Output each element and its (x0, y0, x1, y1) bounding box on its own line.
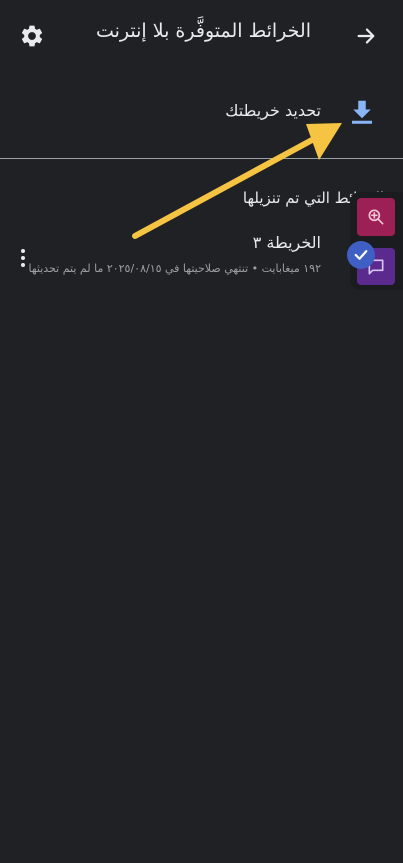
update-map-label: تحديد خريطتك (225, 101, 321, 120)
back-button[interactable] (352, 22, 380, 50)
more-vert-icon (21, 249, 25, 253)
list-item[interactable]: الخريطة ٣ ١٩٢ ميغابايت • تنتهي صلاحيتها … (0, 224, 403, 294)
top-app-bar: الخرائط المتوفَّرة بلا إنترنت (0, 0, 403, 68)
download-icon[interactable] (347, 97, 377, 127)
gear-icon (21, 25, 43, 47)
check-icon (354, 250, 368, 260)
zoom-in-button[interactable] (357, 198, 395, 236)
settings-button[interactable] (17, 21, 47, 51)
map-details: ١٩٢ ميغابايت • تنتهي صلاحيتها في ٢٠٢٥/٠٨… (28, 262, 321, 275)
more-options-button[interactable] (12, 243, 34, 273)
page-title: الخرائط المتوفَّرة بلا إنترنت (95, 20, 311, 42)
arrow-forward-icon (357, 28, 375, 44)
check-badge[interactable] (347, 241, 375, 269)
zoom-in-icon (368, 209, 384, 225)
update-map-row[interactable]: تحديد خريطتك (0, 76, 403, 146)
map-name: الخريطة ٣ (252, 233, 321, 252)
divider (0, 158, 403, 159)
